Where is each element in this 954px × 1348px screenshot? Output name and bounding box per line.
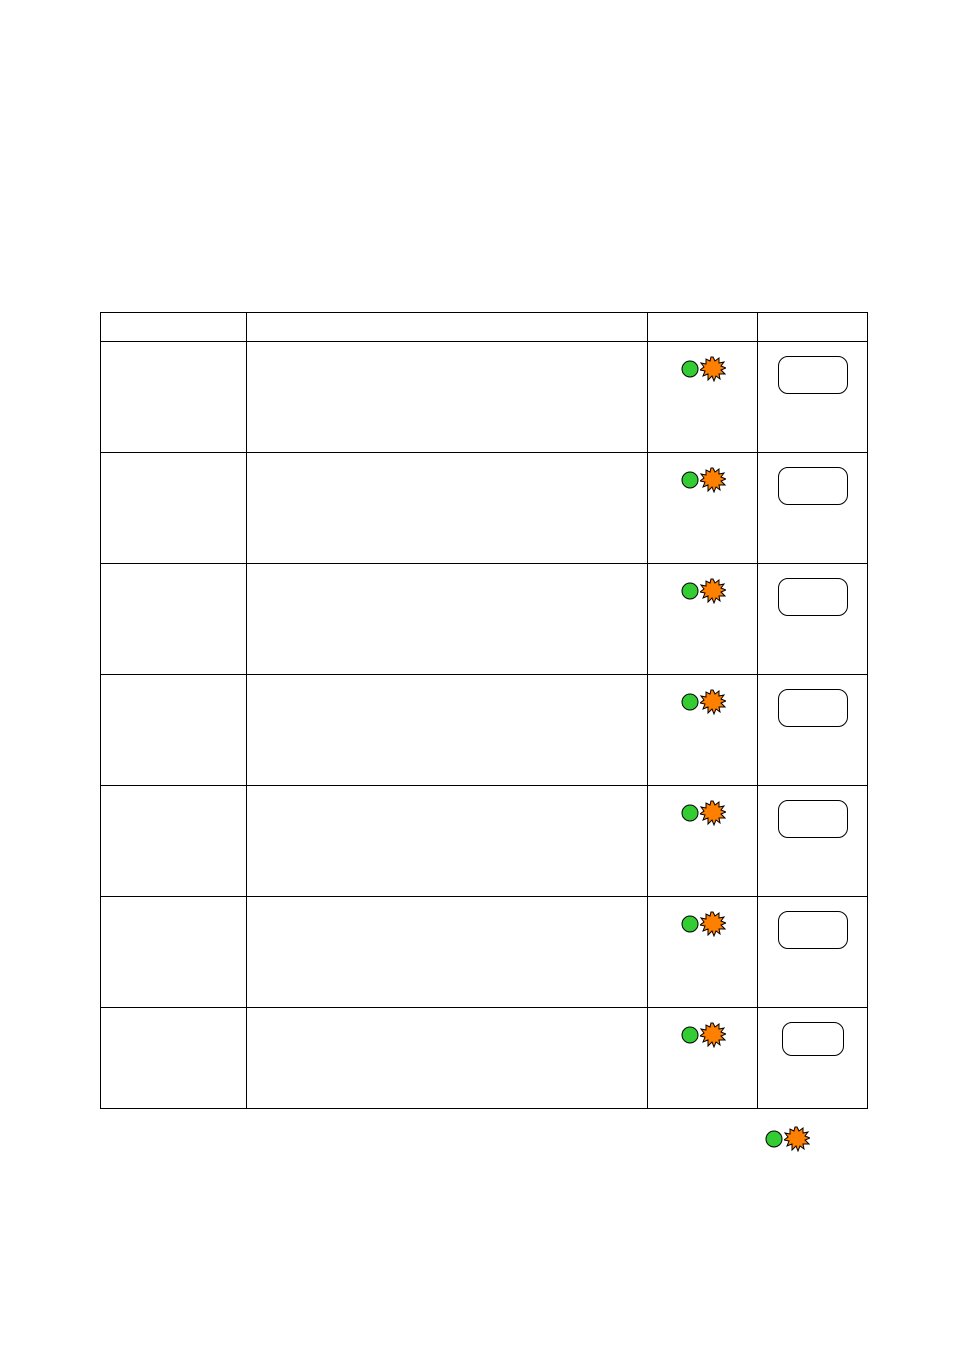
cell	[648, 786, 758, 896]
cell	[758, 675, 868, 785]
orange-burst-icon	[700, 356, 726, 382]
cell	[648, 897, 758, 1007]
orange-burst-icon	[784, 1126, 810, 1152]
status-icons	[680, 911, 726, 937]
cell	[648, 342, 758, 452]
cell	[648, 453, 758, 563]
cell	[101, 675, 247, 785]
footer-status-icons	[764, 1126, 810, 1152]
cell	[247, 786, 648, 896]
status-icons	[680, 578, 726, 604]
status-icons	[680, 1022, 726, 1048]
rounded-box	[778, 578, 848, 616]
green-circle-icon	[680, 803, 700, 823]
cell	[101, 342, 247, 452]
green-circle-icon	[680, 470, 700, 490]
cell	[648, 675, 758, 785]
header-cell	[101, 313, 247, 341]
cell	[247, 897, 648, 1007]
data-table	[100, 312, 868, 1109]
cell	[101, 897, 247, 1007]
status-icons	[680, 467, 726, 493]
header-cell	[648, 313, 758, 341]
cell	[758, 453, 868, 563]
rounded-box	[778, 356, 848, 394]
cell	[101, 786, 247, 896]
cell	[101, 1008, 247, 1108]
green-circle-icon	[680, 581, 700, 601]
table-row	[101, 453, 868, 564]
cell	[101, 564, 247, 674]
green-circle-icon	[680, 914, 700, 934]
rounded-box	[778, 689, 848, 727]
cell	[648, 1008, 758, 1108]
status-icons	[680, 800, 726, 826]
rounded-box	[778, 467, 848, 505]
orange-burst-icon	[700, 800, 726, 826]
header-cell	[247, 313, 648, 341]
cell	[758, 564, 868, 674]
rounded-box	[778, 800, 848, 838]
cell	[247, 564, 648, 674]
orange-burst-icon	[700, 1022, 726, 1048]
cell	[247, 1008, 648, 1108]
cell	[247, 453, 648, 563]
rounded-box	[782, 1022, 844, 1056]
status-icons	[680, 356, 726, 382]
orange-burst-icon	[700, 911, 726, 937]
table-header-row	[101, 313, 868, 342]
cell	[758, 1008, 868, 1108]
cell	[247, 342, 648, 452]
cell	[101, 453, 247, 563]
table-row	[101, 342, 868, 453]
table-row	[101, 564, 868, 675]
orange-burst-icon	[700, 578, 726, 604]
rounded-box	[778, 911, 848, 949]
orange-burst-icon	[700, 689, 726, 715]
status-icons	[680, 689, 726, 715]
green-circle-icon	[680, 1025, 700, 1045]
orange-burst-icon	[700, 467, 726, 493]
page	[0, 0, 954, 1348]
table-row	[101, 897, 868, 1008]
cell	[247, 675, 648, 785]
cell	[758, 786, 868, 896]
table-row	[101, 1008, 868, 1109]
green-circle-icon	[764, 1129, 784, 1149]
green-circle-icon	[680, 692, 700, 712]
header-cell	[758, 313, 868, 341]
cell	[648, 564, 758, 674]
table-row	[101, 786, 868, 897]
cell	[758, 342, 868, 452]
table-row	[101, 675, 868, 786]
green-circle-icon	[680, 359, 700, 379]
cell	[758, 897, 868, 1007]
